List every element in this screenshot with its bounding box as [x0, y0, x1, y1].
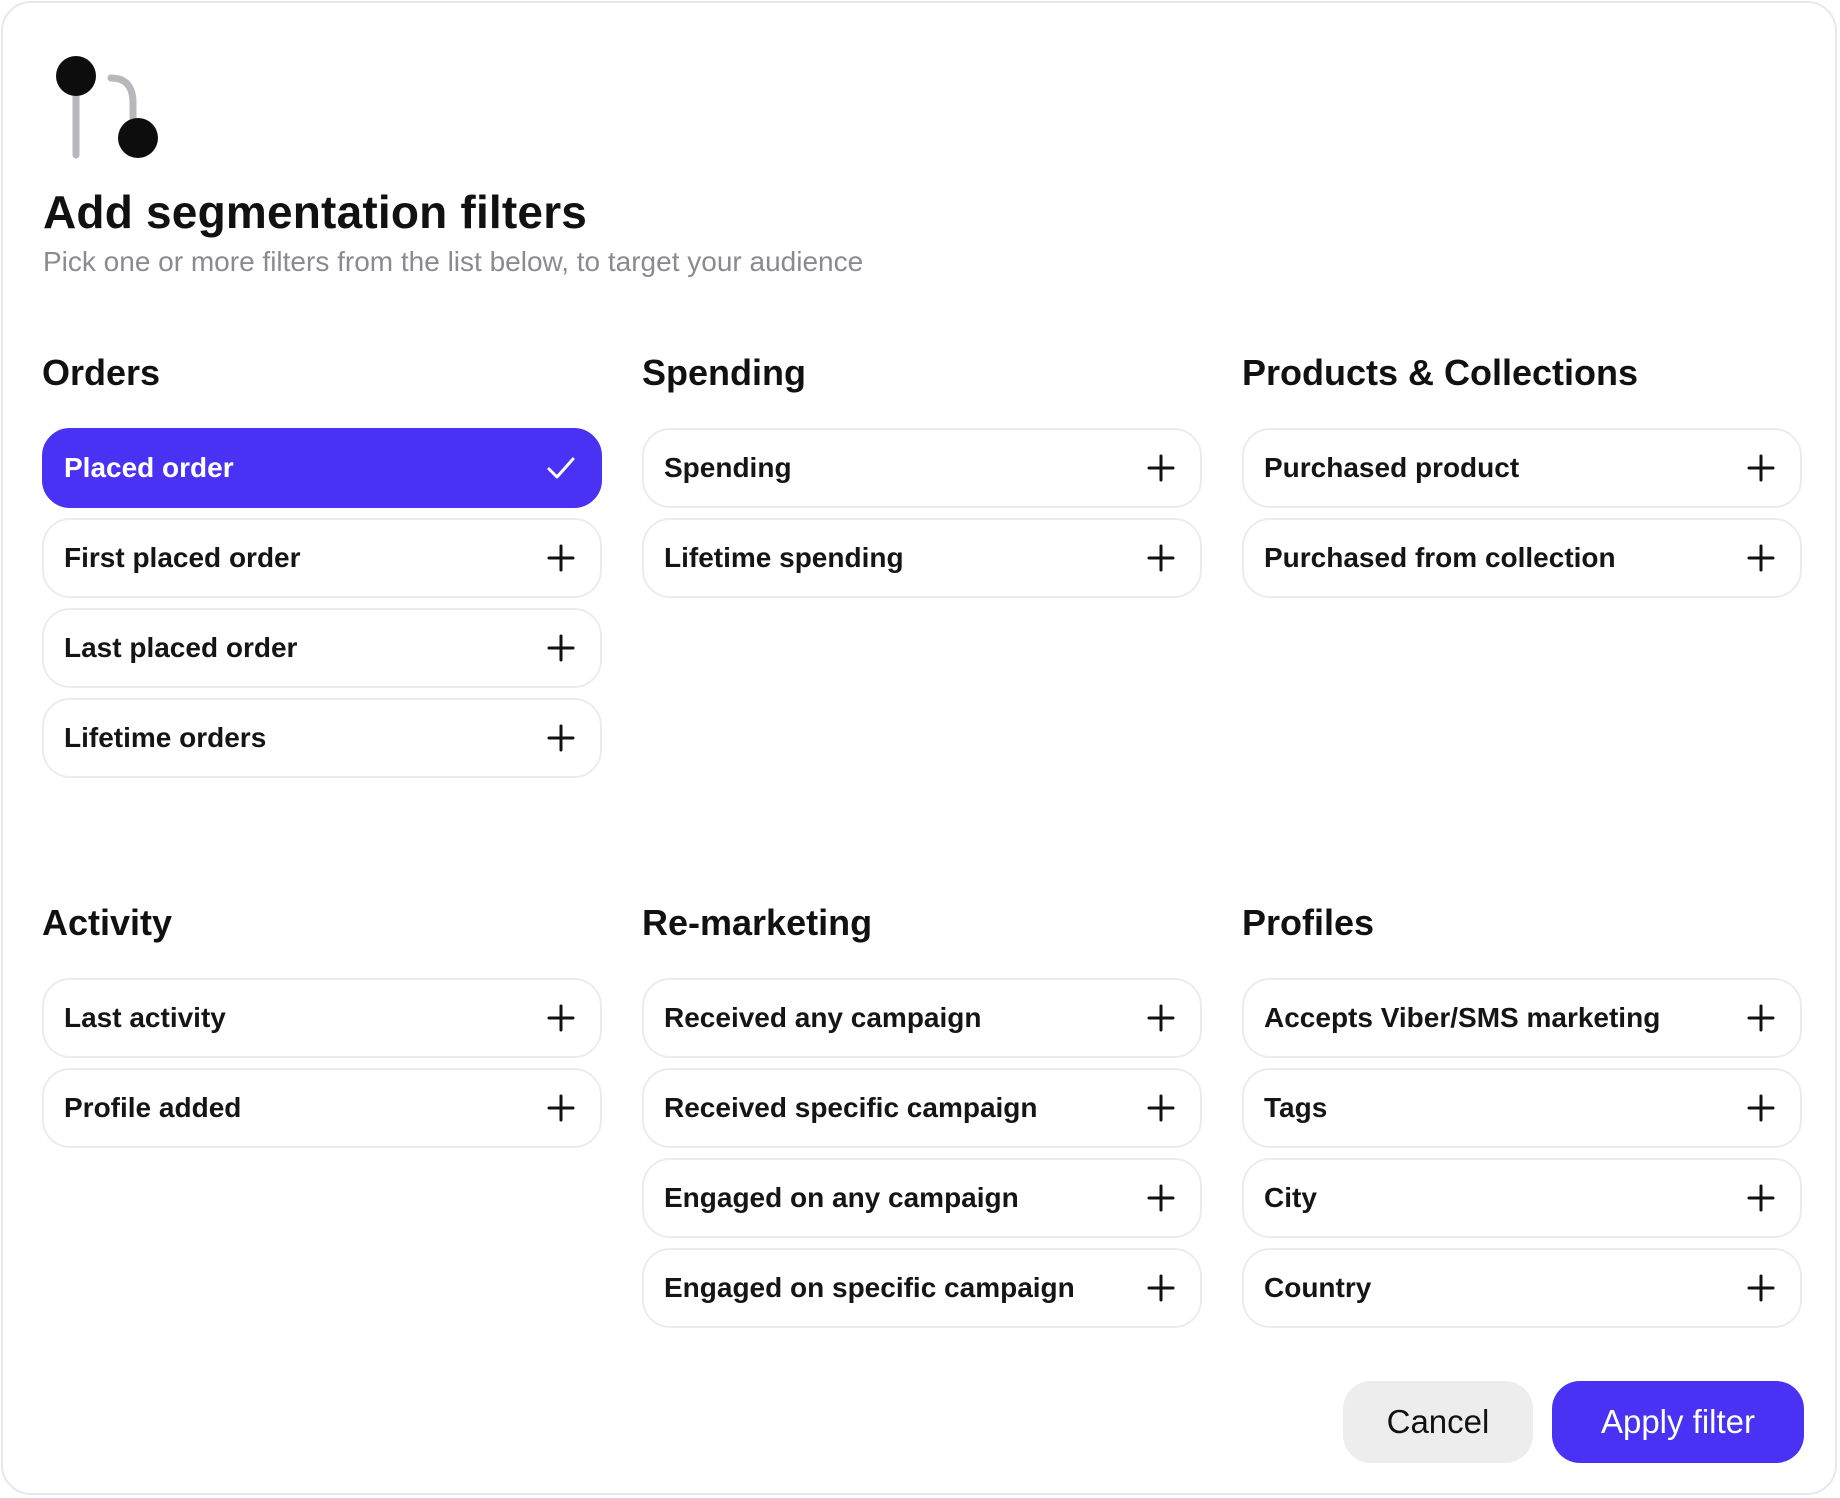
filter-option-accepts-viber-sms[interactable]: Accepts Viber/SMS marketing — [1242, 978, 1802, 1058]
filter-option-label: Profile added — [64, 1092, 242, 1123]
filter-option-label: City — [1264, 1182, 1317, 1213]
section-title: Activity — [42, 902, 173, 943]
plus-icon — [1147, 454, 1175, 482]
section-profiles: Profiles Accepts Viber/SMS marketing Tag… — [1242, 898, 1802, 1338]
plus-icon — [1147, 544, 1175, 572]
section-products-collections: Products & Collections Purchased product… — [1242, 348, 1802, 608]
plus-icon — [547, 724, 575, 752]
plus-icon — [1147, 1184, 1175, 1212]
filter-option-last-placed-order[interactable]: Last placed order — [42, 608, 602, 688]
dialog-subtitle: Pick one or more filters from the list b… — [43, 246, 864, 277]
plus-icon — [547, 544, 575, 572]
filter-option-label: Purchased from collection — [1264, 542, 1616, 573]
filter-option-label: Last placed order — [64, 632, 298, 663]
plus-icon — [1747, 454, 1775, 482]
plus-icon — [1147, 1004, 1175, 1032]
plus-icon — [547, 634, 575, 662]
cancel-button[interactable]: Cancel — [1343, 1381, 1533, 1463]
filter-option-label: Received specific campaign — [664, 1092, 1038, 1123]
section-title: Profiles — [1242, 902, 1375, 943]
filter-option-profile-added[interactable]: Profile added — [42, 1068, 602, 1148]
plus-icon — [1747, 1274, 1775, 1302]
plus-icon — [1147, 1094, 1175, 1122]
section-title: Orders — [42, 352, 161, 393]
segmentation-branch-icon — [56, 56, 158, 159]
plus-icon — [547, 1004, 575, 1032]
filter-option-country[interactable]: Country — [1242, 1248, 1802, 1328]
plus-icon — [1747, 1094, 1775, 1122]
filter-option-label: Purchased product — [1264, 452, 1520, 483]
filter-option-label: Country — [1264, 1272, 1372, 1303]
filter-option-label: Received any campaign — [664, 1002, 982, 1033]
section-spending: Spending Spending Lifetime spending — [642, 348, 1202, 608]
filter-option-label: First placed order — [64, 542, 301, 573]
section-title: Products & Collections — [1242, 352, 1639, 393]
apply-filter-button[interactable]: Apply filter — [1552, 1381, 1804, 1463]
filter-option-label: Engaged on specific campaign — [664, 1272, 1075, 1303]
filter-option-label: Lifetime orders — [64, 722, 267, 753]
filter-option-received-any-campaign[interactable]: Received any campaign — [642, 978, 1202, 1058]
filter-option-purchased-from-collection[interactable]: Purchased from collection — [1242, 518, 1802, 598]
section-activity: Activity Last activity Profile added — [42, 898, 602, 1158]
plus-icon — [1747, 1184, 1775, 1212]
filter-option-engaged-specific-campaign[interactable]: Engaged on specific campaign — [642, 1248, 1202, 1328]
plus-icon — [1747, 544, 1775, 572]
dialog-title: Add segmentation filters — [43, 186, 588, 238]
filter-option-label: Lifetime spending — [664, 542, 904, 573]
filter-option-spending[interactable]: Spending — [642, 428, 1202, 508]
plus-icon — [1147, 1274, 1175, 1302]
filter-option-label: Last activity — [64, 1002, 226, 1033]
section-title: Re-marketing — [642, 902, 873, 943]
filter-option-received-specific-campaign[interactable]: Received specific campaign — [642, 1068, 1202, 1148]
filter-option-label: Tags — [1264, 1092, 1328, 1123]
filter-option-city[interactable]: City — [1242, 1158, 1802, 1238]
section-re-marketing: Re-marketing Received any campaign Recei… — [642, 898, 1202, 1338]
section-title: Spending — [642, 352, 806, 393]
check-icon — [547, 457, 575, 479]
filter-option-first-placed-order[interactable]: First placed order — [42, 518, 602, 598]
filter-option-placed-order[interactable]: Placed order — [42, 428, 602, 508]
filter-option-last-activity[interactable]: Last activity — [42, 978, 602, 1058]
filter-option-label: Spending — [664, 452, 792, 483]
plus-icon — [547, 1094, 575, 1122]
section-orders: Orders Placed order First placed order L… — [42, 348, 602, 788]
plus-icon — [1747, 1004, 1775, 1032]
filter-option-label: Accepts Viber/SMS marketing — [1264, 1002, 1661, 1033]
filter-option-tags[interactable]: Tags — [1242, 1068, 1802, 1148]
filter-option-engaged-any-campaign[interactable]: Engaged on any campaign — [642, 1158, 1202, 1238]
filter-option-purchased-product[interactable]: Purchased product — [1242, 428, 1802, 508]
filter-option-label: Engaged on any campaign — [664, 1182, 1019, 1213]
filter-option-label: Placed order — [64, 452, 234, 483]
filter-option-lifetime-orders[interactable]: Lifetime orders — [42, 698, 602, 778]
segmentation-filters-dialog: Add segmentation filters Pick one or mor… — [1, 1, 1837, 1495]
filter-option-lifetime-spending[interactable]: Lifetime spending — [642, 518, 1202, 598]
